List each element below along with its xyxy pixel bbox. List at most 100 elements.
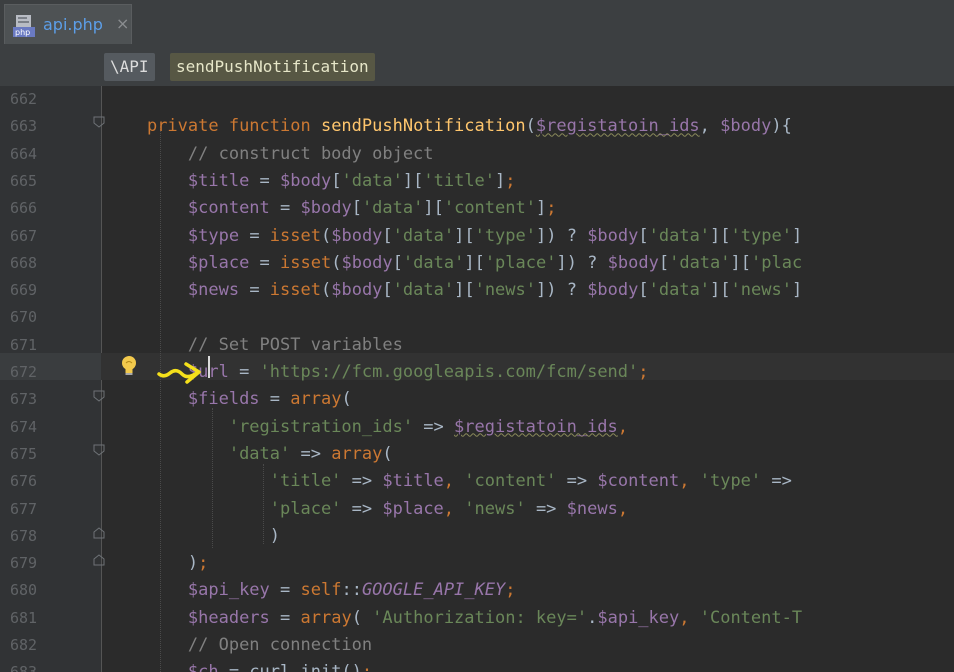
code-token: $type (187, 225, 240, 246)
code-line[interactable]: 'registration_ids' => $registatoin_ids, (106, 414, 628, 441)
code-token: ; (505, 580, 516, 601)
code-line[interactable]: 'data' => array( (106, 441, 393, 468)
lightbulb-icon[interactable] (119, 354, 139, 378)
tab-api-php[interactable]: php api.php × (4, 4, 132, 44)
code-token: => (290, 443, 332, 464)
code-token: ]) ? (556, 252, 608, 273)
breadcrumb: \API sendPushNotification (0, 48, 954, 87)
code-token: 'data' (402, 252, 465, 273)
code-token: $body (720, 116, 772, 137)
code-line[interactable]: 'title' => $title, 'content' => $content… (106, 468, 792, 495)
code-line[interactable]: // Set POST variables (106, 332, 403, 359)
code-editor[interactable]: 662 663 private function sendPushNotifica… (0, 86, 954, 672)
fold-collapse-icon[interactable] (93, 116, 105, 128)
code-token: array (331, 443, 383, 464)
code-token: $place (187, 252, 250, 273)
code-token: [ (382, 280, 393, 301)
code-token: array (290, 389, 342, 410)
breadcrumb-function[interactable]: sendPushNotification (170, 53, 375, 81)
code-line[interactable]: ); (106, 550, 209, 577)
code-line[interactable]: $content = $body['data']['content']; (106, 195, 557, 222)
code-token: ; (546, 198, 557, 219)
code-line[interactable]: ) (106, 523, 280, 550)
code-token: :: (341, 580, 362, 601)
code-token: ( (331, 252, 342, 273)
code-token: 'data' (648, 225, 711, 246)
fold-collapse-icon[interactable] (93, 444, 105, 456)
code-line[interactable]: $headers = array( 'Authorization: key='.… (106, 605, 802, 632)
close-icon[interactable]: × (116, 14, 129, 33)
code-token: 'news' (474, 280, 536, 301)
code-token: ( (525, 116, 536, 137)
code-line[interactable]: $place = isset($body['data']['place']) ?… (106, 250, 802, 277)
code-line[interactable]: private function sendPushNotification($r… (106, 113, 792, 140)
code-token: ( (351, 607, 373, 628)
fold-end-icon[interactable] (93, 554, 105, 566)
code-token: , (617, 498, 629, 519)
code-line[interactable]: $fields = array( (106, 386, 352, 413)
line-number: 674 (10, 417, 38, 436)
code-token: , (679, 471, 700, 492)
code-line[interactable]: $api_key = self::GOOGLE_API_KEY; (106, 577, 516, 604)
code-token: = (269, 607, 301, 628)
code-token: 'news' (464, 498, 526, 519)
line-number: 680 (10, 581, 38, 600)
code-token: $place (382, 498, 444, 519)
code-token: ; (198, 553, 209, 574)
code-token: => (341, 498, 383, 519)
code-token: $headers (187, 607, 270, 628)
code-token: ][ (454, 225, 475, 246)
code-token: GOOGLE_API_KEY (361, 580, 506, 601)
line-number: 667 (10, 226, 38, 245)
text-caret (208, 356, 210, 378)
code-token: ] (791, 225, 803, 246)
line-number: 679 (10, 554, 38, 573)
code-line[interactable]: $title = $body['data']['title']; (106, 168, 516, 195)
code-token: $body (587, 225, 639, 246)
code-token: ( (382, 443, 393, 464)
code-token: ) (106, 525, 280, 546)
line-number: 673 (10, 390, 38, 409)
code-token: 'type' (474, 225, 536, 246)
code-token: // Open connection (187, 635, 373, 655)
code-line[interactable]: 'place' => $place, 'news' => $news, (106, 496, 628, 523)
code-token: private function (146, 116, 321, 137)
fold-collapse-icon[interactable] (93, 390, 105, 402)
code-line[interactable]: // construct body object (106, 141, 434, 168)
code-token: 'place' (269, 498, 342, 519)
code-token: ]) ? (536, 280, 588, 301)
breadcrumb-namespace[interactable]: \API (104, 53, 155, 81)
code-token: $body (341, 252, 393, 273)
code-token: 'registration_ids' (228, 416, 414, 437)
code-token: ]) ? (536, 225, 588, 246)
code-token: = (259, 389, 291, 410)
code-token: => (341, 471, 383, 492)
code-token: $news (566, 498, 618, 519)
code-token: 'content' (464, 471, 557, 492)
line-number: 663 (10, 117, 38, 136)
code-token: $registatoin_ids (454, 416, 618, 437)
code-token: isset (269, 280, 321, 301)
fold-end-icon[interactable] (93, 527, 105, 539)
line-number: 683 (10, 659, 46, 672)
code-token: $body (280, 170, 332, 191)
code-token: $ch (188, 662, 219, 672)
code-line[interactable]: // Open connection (106, 632, 372, 659)
code-line[interactable]: $ch = curl_init(); (106, 659, 372, 672)
code-token: $title (187, 170, 250, 191)
code-line[interactable]: $news = isset($body['data']['news']) ? $… (106, 277, 802, 304)
code-token: ; (638, 362, 649, 382)
code-line[interactable]: $type = isset($body['data']['type']) ? $… (106, 223, 802, 250)
code-token: [ (392, 252, 403, 273)
code-token: $title (382, 471, 444, 492)
code-token: = curl_init() (219, 662, 362, 672)
line-number: 669 (10, 281, 38, 300)
